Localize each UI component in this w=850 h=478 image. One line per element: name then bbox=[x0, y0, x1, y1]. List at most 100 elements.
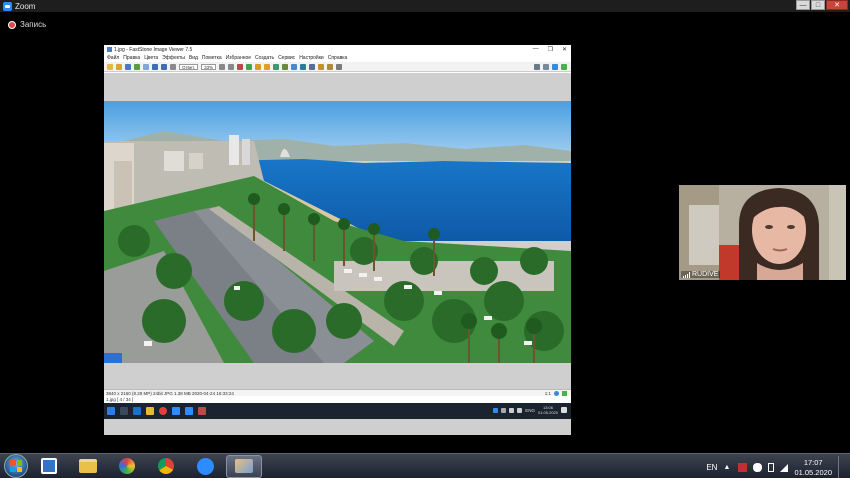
layout-icon[interactable] bbox=[534, 64, 540, 70]
beach-city-photo[interactable] bbox=[104, 101, 571, 363]
system-clock[interactable]: 17:07 01.05.2020 bbox=[794, 458, 832, 478]
menu-edit[interactable]: Правка bbox=[123, 55, 140, 61]
fastone-close-button[interactable]: ✕ bbox=[562, 46, 567, 53]
remote-search-icon[interactable] bbox=[120, 407, 128, 415]
image-info: 3840 x 2160 (8.29 MP) 24bit JPG 1.38 MB … bbox=[106, 390, 234, 396]
cloud-icon[interactable] bbox=[753, 463, 763, 472]
remote-start-icon[interactable] bbox=[107, 407, 115, 415]
remote-fastone-icon[interactable] bbox=[198, 407, 206, 415]
crop-icon[interactable] bbox=[255, 63, 262, 70]
menu-view[interactable]: Вид bbox=[189, 55, 198, 61]
remote-zoom-meeting-icon[interactable] bbox=[185, 407, 193, 415]
fastone-minimize-button[interactable]: — bbox=[533, 46, 539, 53]
slideshow-icon[interactable] bbox=[300, 63, 307, 70]
maximize-button[interactable]: □ bbox=[811, 0, 825, 10]
remote-zoom-icon[interactable] bbox=[172, 407, 180, 415]
taskbar-explorer[interactable] bbox=[70, 455, 106, 478]
battery-icon[interactable] bbox=[768, 463, 775, 472]
show-desktop-button[interactable] bbox=[838, 456, 846, 478]
clock-time: 17:07 bbox=[803, 457, 823, 467]
zoom-meeting-window: Zoom — □ ✕ Запись 1.jpg - FastStone Imag… bbox=[0, 0, 850, 478]
flag-icon[interactable] bbox=[738, 463, 748, 472]
menu-help[interactable]: Справка bbox=[328, 55, 348, 61]
browser-icon[interactable] bbox=[543, 64, 549, 70]
browse-icon[interactable] bbox=[116, 63, 122, 70]
fullscreen-icon[interactable] bbox=[552, 64, 558, 70]
chrome-icon bbox=[158, 458, 174, 474]
next-icon[interactable] bbox=[228, 63, 235, 70]
paint-icon bbox=[119, 458, 135, 474]
file-position: 1.jpg [ 4 / 34 ] bbox=[106, 397, 134, 402]
rotate-left-icon[interactable] bbox=[237, 63, 244, 70]
menu-file[interactable]: Файл bbox=[107, 55, 119, 61]
remote-taskbar: ENG 13:06 01.05.2020 bbox=[104, 403, 571, 419]
effects-icon[interactable] bbox=[264, 63, 271, 70]
actual-size-status[interactable]: 1:1 bbox=[545, 391, 551, 396]
actual-size-icon[interactable] bbox=[170, 63, 176, 70]
tray-chevron-icon[interactable]: ▲ bbox=[723, 463, 732, 472]
participant-name-tag: RUDIVE bbox=[681, 271, 721, 278]
fastone-window-controls: — ❐ ✕ bbox=[533, 46, 567, 53]
print-icon[interactable] bbox=[134, 63, 140, 70]
taskbar-zoom[interactable] bbox=[187, 455, 223, 478]
taskbar-chrome[interactable] bbox=[148, 455, 184, 478]
taskbar-video-player[interactable] bbox=[31, 455, 67, 478]
remote-chrome-icon[interactable] bbox=[159, 407, 167, 415]
window-controls: — □ ✕ bbox=[795, 0, 848, 10]
menu-create[interactable]: Создать bbox=[255, 55, 274, 61]
remote-clock[interactable]: 13:06 01.05.2020 bbox=[538, 405, 558, 415]
recording-label: Запись bbox=[20, 20, 47, 29]
menu-colors[interactable]: Цвета bbox=[144, 55, 158, 61]
wallpaper-icon[interactable] bbox=[309, 63, 316, 70]
taskbar-paint[interactable] bbox=[109, 455, 145, 478]
fit-window-toggle[interactable]: Ответ. bbox=[179, 63, 199, 70]
remote-folder-icon[interactable] bbox=[146, 407, 154, 415]
language-indicator[interactable]: EN bbox=[706, 463, 717, 472]
fit-icon[interactable] bbox=[562, 390, 567, 396]
save-icon[interactable] bbox=[125, 63, 131, 70]
system-tray: EN ▲ 17:07 01.05.2020 bbox=[706, 456, 846, 478]
info-icon[interactable] bbox=[554, 390, 559, 396]
rotate-right-icon[interactable] bbox=[246, 63, 253, 70]
participant-video[interactable]: RUDIVE bbox=[679, 185, 846, 280]
participant-name: RUDIVE bbox=[692, 271, 719, 278]
minimize-button[interactable]: — bbox=[796, 0, 810, 10]
record-icon bbox=[8, 20, 16, 29]
remote-tray-zoom-icon[interactable] bbox=[493, 407, 499, 413]
capture-icon[interactable] bbox=[327, 63, 334, 70]
remote-notification-icon[interactable] bbox=[561, 407, 567, 413]
batch-icon[interactable] bbox=[318, 63, 325, 70]
remote-network-icon[interactable] bbox=[509, 407, 515, 413]
taskbar-fastone[interactable] bbox=[226, 454, 262, 478]
fastone-maximize-button[interactable]: ❐ bbox=[548, 46, 553, 53]
color-icon[interactable] bbox=[282, 63, 289, 70]
remote-volume-icon[interactable] bbox=[517, 407, 523, 413]
fastone-status-bar: 3840 x 2160 (8.29 MP) 24bit JPG 1.38 MB … bbox=[104, 389, 571, 396]
zoom-out-icon[interactable] bbox=[161, 63, 167, 70]
remote-tray-chevron-icon[interactable] bbox=[501, 407, 507, 413]
windows-start-icon[interactable] bbox=[4, 454, 28, 478]
menu-tag[interactable]: Пометка bbox=[202, 55, 222, 61]
zoom-level-select[interactable]: 33% bbox=[201, 63, 217, 70]
recording-indicator[interactable]: Запись bbox=[8, 20, 46, 29]
menu-tools[interactable]: Сервис bbox=[278, 55, 295, 61]
expand-icon[interactable] bbox=[561, 64, 567, 70]
network-icon[interactable] bbox=[780, 463, 789, 472]
zoom-in-icon[interactable] bbox=[152, 63, 158, 70]
remote-edge-icon[interactable] bbox=[133, 407, 141, 415]
zoom-logo-icon bbox=[3, 1, 12, 11]
fastone-file-bar: 1.jpg [ 4 / 34 ] bbox=[104, 396, 571, 403]
fastone-window-title: 1.jpg - FastStone Image Viewer 7.5 bbox=[114, 46, 193, 53]
menu-settings[interactable]: Настройки bbox=[299, 55, 324, 61]
menu-favorites[interactable]: Избранное bbox=[226, 55, 251, 61]
compare-icon[interactable] bbox=[291, 63, 298, 70]
remote-lang[interactable]: ENG bbox=[525, 408, 535, 413]
previous-icon[interactable] bbox=[219, 63, 226, 70]
settings-icon[interactable] bbox=[336, 63, 343, 70]
resize-icon[interactable] bbox=[273, 63, 280, 70]
open-folder-icon[interactable] bbox=[107, 63, 113, 70]
menu-effects[interactable]: Эффекты bbox=[162, 55, 185, 61]
email-icon[interactable] bbox=[143, 63, 149, 70]
remote-tray: ENG 13:06 01.05.2020 bbox=[493, 405, 567, 415]
close-button[interactable]: ✕ bbox=[826, 0, 848, 10]
